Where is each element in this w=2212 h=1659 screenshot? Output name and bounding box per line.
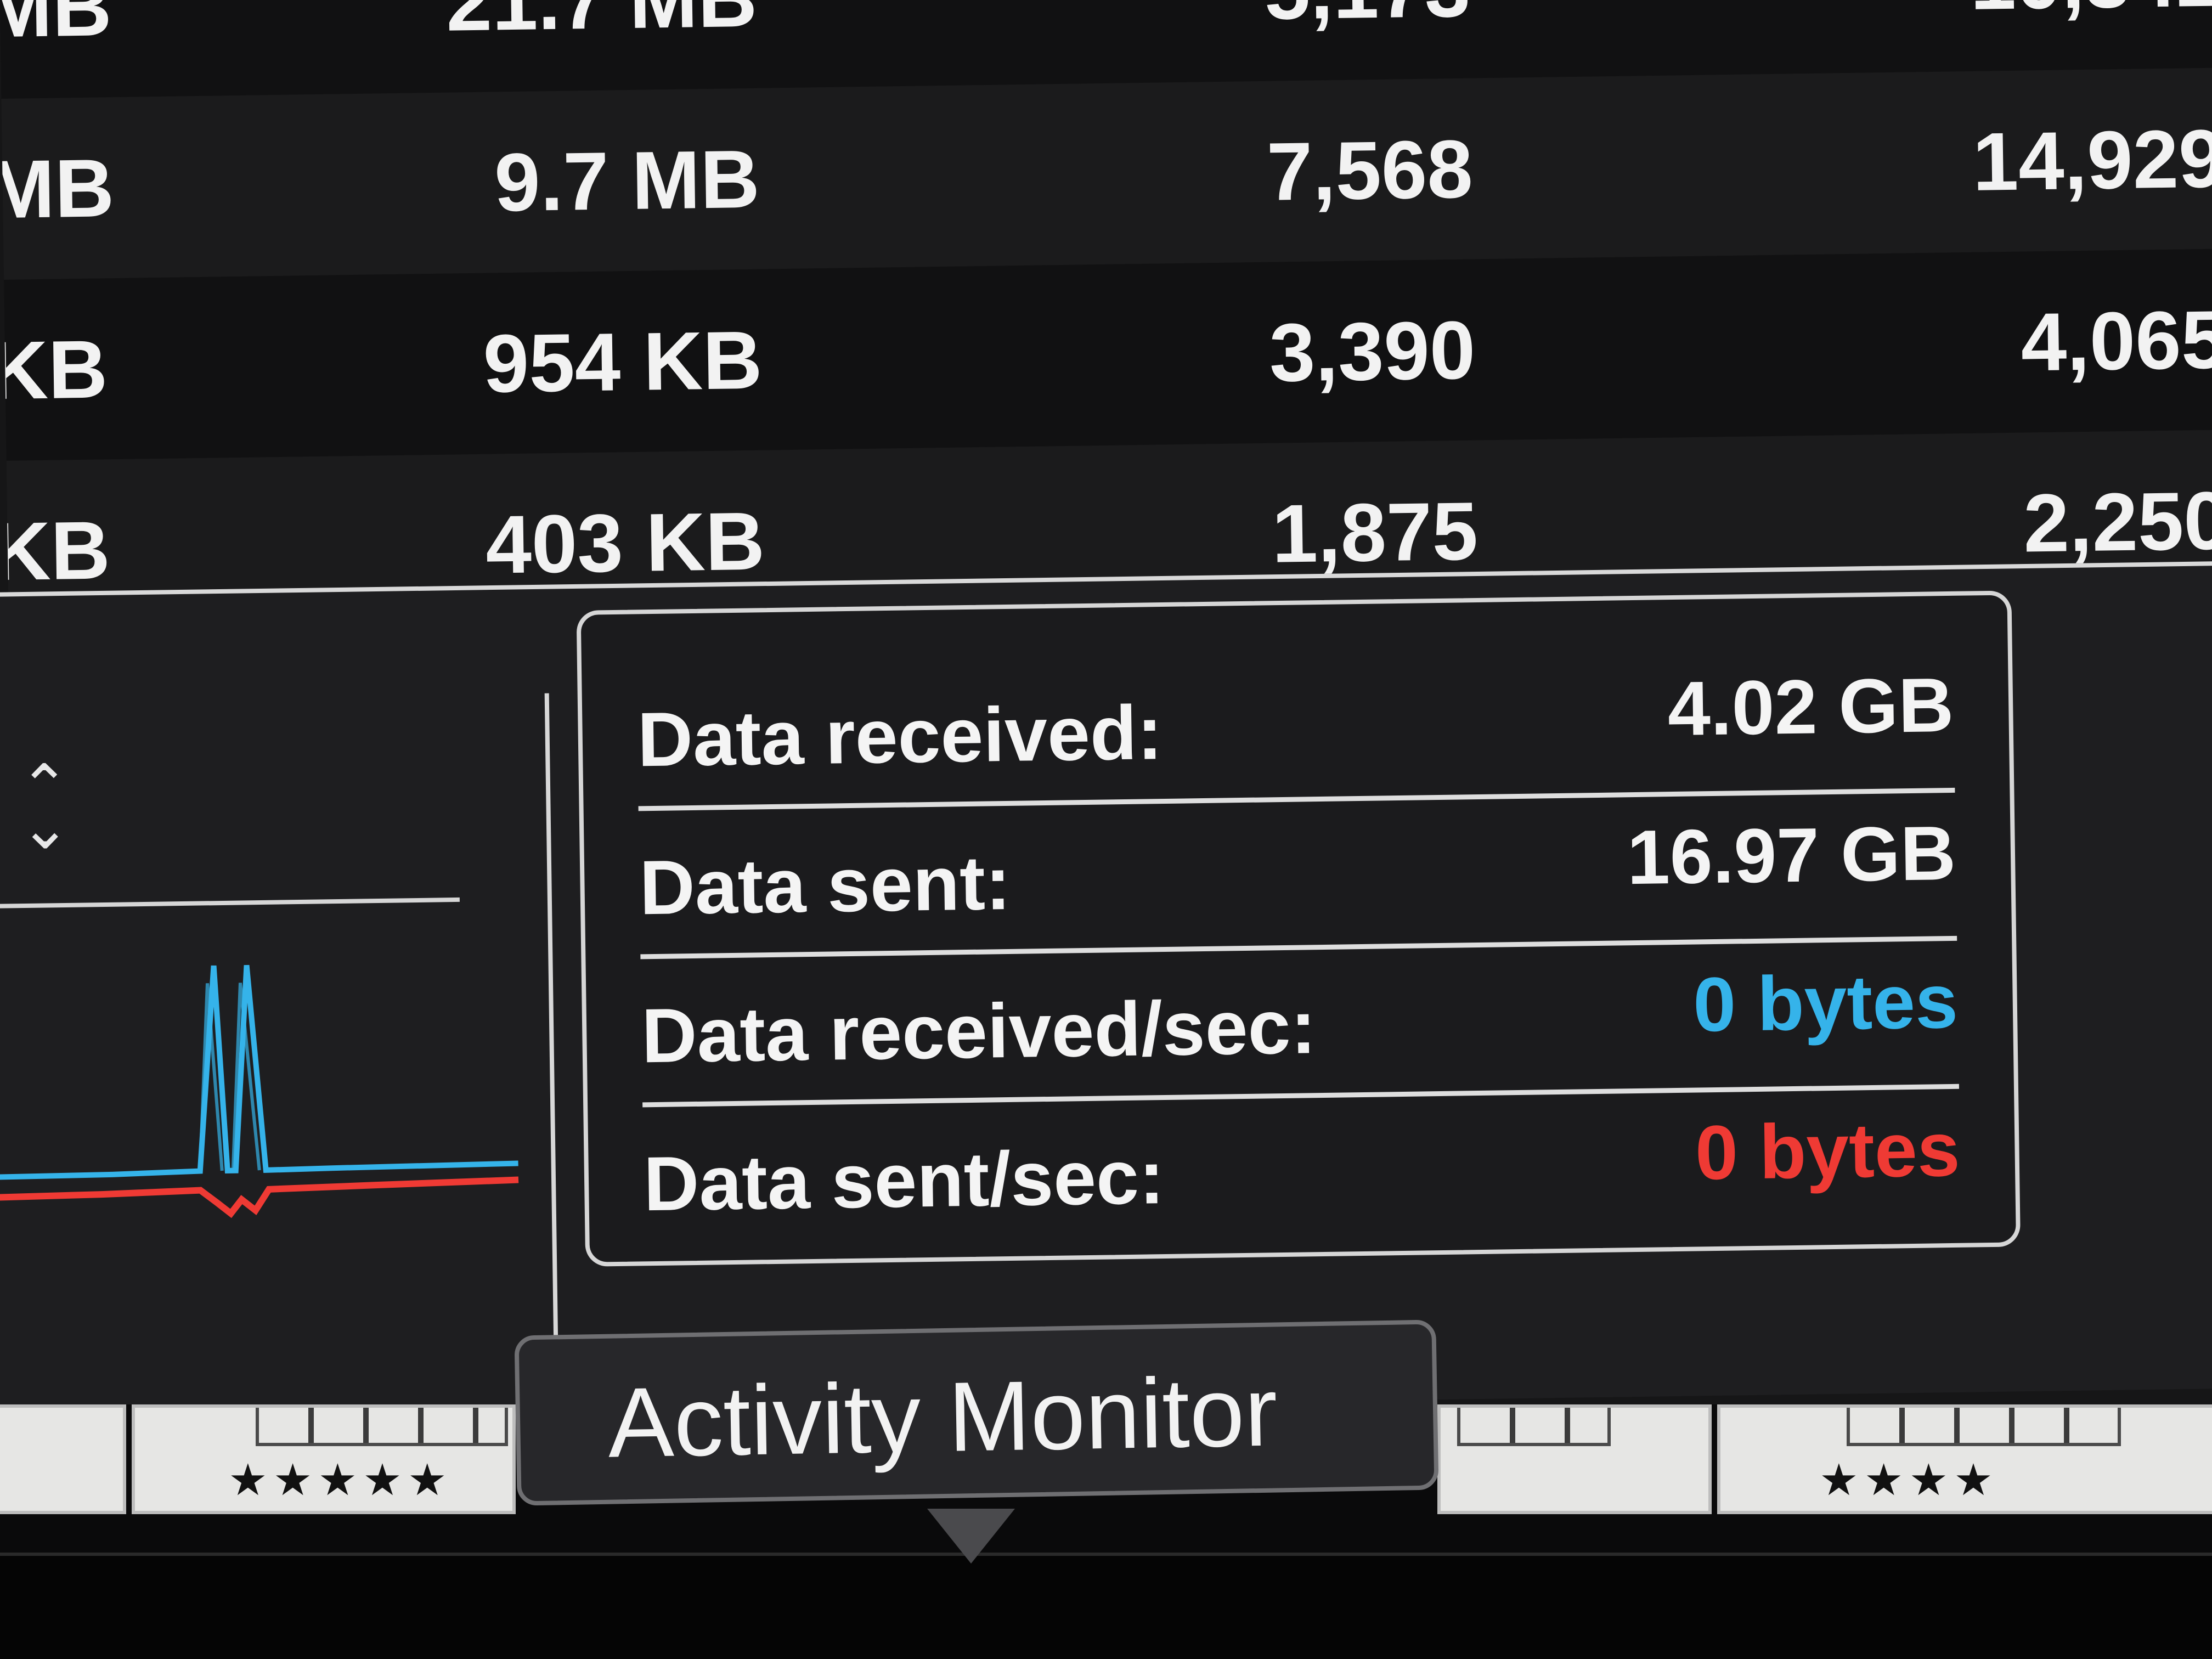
memory-cell: MB [0,0,112,55]
compressed-memory-cell: 403 KB [485,494,766,591]
data-received-value: 4.02 GB [1667,661,1955,752]
dock-thumbnail[interactable] [0,1404,126,1514]
network-info-pane: ⌃ ⌄ Data received: 4.02 GB Data sent: 16… [0,561,2212,1420]
data-received-per-sec-label: Data received/sec: [641,983,1317,1079]
dock-thumbnail[interactable]: ★★★★★ [132,1404,516,1514]
data-sent-line [0,1176,519,1218]
dock-thumbnail[interactable] [1437,1404,1712,1514]
tooltip-arrow-icon [927,1509,1015,1564]
activity-monitor-window: MB 21.7 MB 5,173 10,342 MB 9.7 MB 7,568 … [0,0,2212,1659]
rating-stars: ★★★★★ [228,1455,453,1504]
thumbnail-preview-icon [1847,1408,2121,1446]
thumbnail-preview-icon [1457,1408,1611,1446]
data-sent-value: 16.97 GB [1626,809,1957,901]
threads-cell: 1,875 [1271,484,1479,580]
network-graph-panel: ⌃ ⌄ [0,693,558,1359]
compressed-memory-cell: 21.7 MB [284,0,759,95]
tooltip-label: Activity Monitor [607,1356,1279,1479]
memory-cell: KB [0,504,111,595]
stat-row-data-received-per-sec: Data received/sec: 0 bytes [640,941,1959,1108]
pid-cell: 4,065 [2020,293,2212,388]
threads-cell: 7,568 [1266,122,1474,218]
process-table: MB 21.7 MB 5,173 10,342 MB 9.7 MB 7,568 … [0,0,2212,595]
dock-thumbnail[interactable]: ★★★★ [1717,1404,2212,1514]
up-down-chevron-icon[interactable]: ⌃ ⌄ [19,753,71,862]
pid-cell: 10,342 [1650,0,2212,76]
table-row[interactable]: KB 954 KB 3,390 4,065 [0,248,2212,461]
thumbnail-preview-icon [256,1408,508,1446]
graph-divider [0,897,460,909]
memory-cell: KB [0,323,109,417]
table-row[interactable]: MB 9.7 MB 7,568 14,929 [0,67,2212,280]
pid-cell: 14,929 [1972,112,2212,208]
data-received-label: Data received: [636,689,1164,783]
stat-row-data-sent: Data sent: 16.97 GB [638,793,1957,960]
compressed-memory-cell: 9.7 MB [494,132,760,229]
compressed-memory-cell: 954 KB [482,313,763,410]
data-received-per-sec-value: 0 bytes [1692,957,1959,1048]
network-activity-graph [0,964,519,1218]
dock-shelf [0,1553,2212,1659]
threads-cell: 3,390 [1268,303,1476,399]
stat-row-data-received: Data received: 4.02 GB [636,645,1955,811]
data-sent-per-sec-label: Data sent/sec: [643,1133,1165,1227]
data-sent-label: Data sent: [639,839,1012,931]
threads-cell: 5,173 [975,0,1472,85]
data-received-line [0,964,518,1180]
rating-stars: ★★★★ [1819,1455,1999,1504]
network-stats-box: Data received: 4.02 GB Data sent: 16.97 … [576,590,2021,1267]
data-sent-per-sec-value: 0 bytes [1694,1105,1961,1196]
stat-row-data-sent-per-sec: Data sent/sec: 0 bytes [642,1090,1961,1250]
dock-tooltip: Activity Monitor [514,1319,1439,1506]
memory-cell: MB [0,142,115,236]
